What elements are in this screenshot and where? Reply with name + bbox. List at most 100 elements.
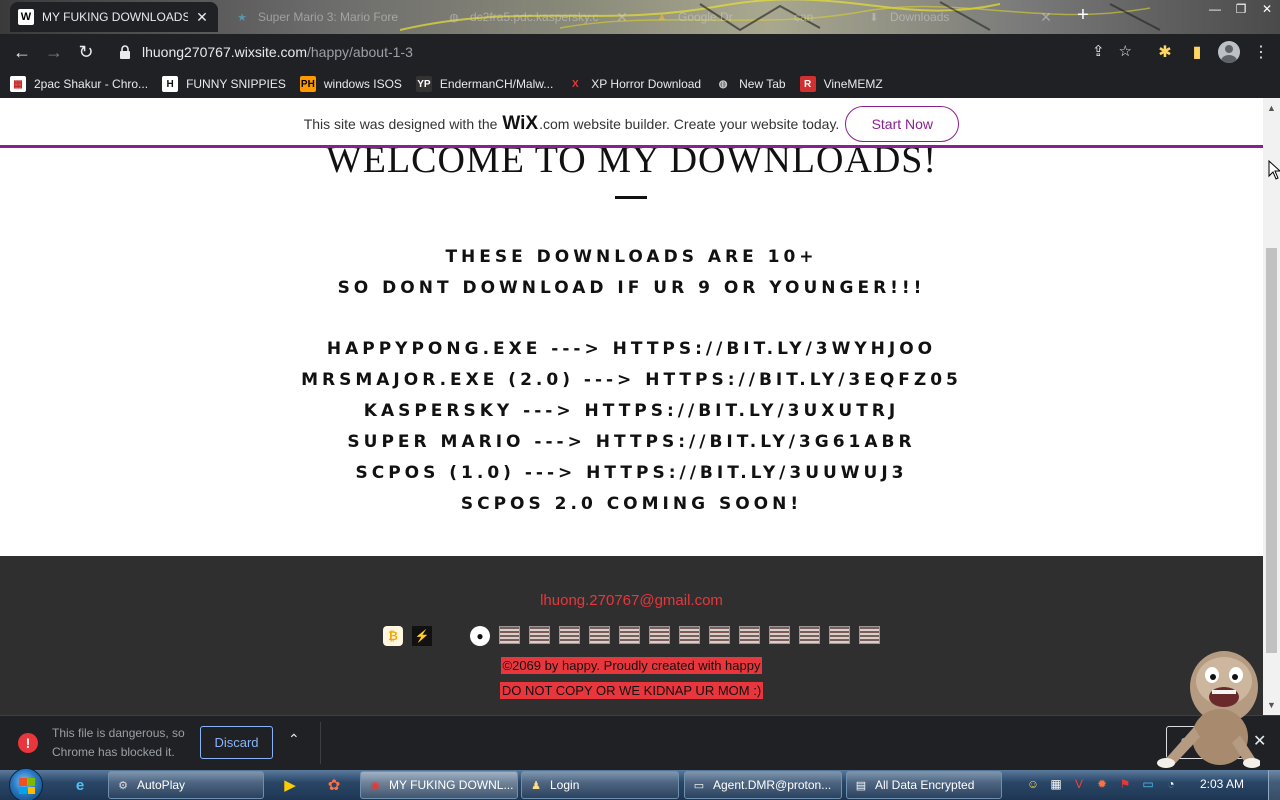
bookmark-item[interactable]: X XP Horror Download (567, 76, 701, 92)
tab-close-icon[interactable]: ✕ (1038, 9, 1054, 26)
tab-can[interactable]: can (762, 2, 850, 32)
bookmarks-bar: ▦ 2pac Shakur - Chro... H FUNNY SNIPPIES PH w… (0, 70, 1280, 98)
forward-arrow-icon[interactable]: → (38, 36, 70, 68)
system-tray: ☺ ▦ V ✹ ⚑ ▭ ◔ (1024, 775, 1180, 793)
tab-active[interactable]: W MY FUKING DOWNLOADS | ✕ (10, 2, 218, 32)
address-bar[interactable]: lhuong270767.wixsite.com /happy/about-1-… (108, 38, 1142, 66)
bookmark-item[interactable]: YP EndermanCH/Malw... (415, 76, 553, 92)
tray-flag-icon[interactable]: ⚑ (1116, 775, 1134, 793)
broken-image-icon[interactable] (679, 626, 700, 644)
bookmark-item[interactable]: PH windows ISOS (299, 76, 402, 92)
tab-google-drive[interactable]: ▲ Google Dr (646, 2, 760, 32)
broken-image-icon[interactable] (769, 626, 790, 644)
bitcoin-icon[interactable]: ₿ (383, 626, 403, 646)
trade-icon[interactable]: ⚡ (412, 626, 432, 646)
taskbar-button-encrypted[interactable]: ▤ All Data Encrypted (846, 771, 1002, 799)
broken-image-icon[interactable] (829, 626, 850, 644)
wix-logo[interactable]: WiX (502, 113, 538, 135)
shelf-divider (320, 722, 321, 764)
star-favicon-icon: ★ (237, 11, 247, 24)
tab-kaspersky[interactable]: ◍ dc2fra5.pdc.kaspersky.c ✕ (438, 2, 638, 32)
bookmark-item[interactable]: ◍ New Tab (715, 76, 786, 92)
broken-image-icon[interactable] (529, 626, 550, 644)
scrollbar-thumb[interactable] (1266, 248, 1277, 653)
scroll-up-arrow-icon[interactable]: ▲ (1263, 100, 1280, 116)
broken-image-icon[interactable] (709, 626, 730, 644)
tab-close-icon[interactable]: ✕ (194, 9, 210, 26)
page-scrollbar[interactable]: ▲ ▼ (1263, 98, 1280, 715)
download-line[interactable]: KASPERSKY ---> HTTPS://BIT.LY/3UXUTRJ (0, 396, 1263, 427)
internet-explorer-icon[interactable]: e (68, 773, 92, 797)
bookmark-item[interactable]: H FUNNY SNIPPIES (162, 76, 286, 92)
taskbar-label: Agent.DMR@proton... (713, 778, 832, 792)
media-player-icon[interactable]: ▶ (278, 773, 302, 797)
social-icons-bar: ₿ ⚡ ● (0, 626, 1263, 646)
bookmark-label: FUNNY SNIPPIES (186, 77, 286, 91)
broken-image-icon[interactable] (859, 626, 880, 644)
tab-close-icon[interactable]: ✕ (614, 9, 630, 26)
menu-kebab-icon[interactable]: ⋮ (1250, 36, 1272, 68)
wix-domain: .com (539, 115, 570, 132)
broken-image-icon[interactable] (559, 626, 580, 644)
taskbar-clock[interactable]: 2:03 AM (1200, 777, 1244, 791)
browser-toolbar: ← → ↻ lhuong270767.wixsite.com /happy/ab… (0, 34, 1280, 70)
reload-icon[interactable]: ↻ (70, 36, 102, 68)
github-icon[interactable]: ● (470, 626, 490, 646)
taskbar-button-agent[interactable]: ▭ Agent.DMR@proton... (684, 771, 842, 799)
windows-flag-icon (19, 778, 35, 794)
start-button[interactable] (9, 768, 43, 800)
taskbar-button-chrome[interactable]: ◉ MY FUKING DOWNL... (360, 771, 518, 799)
tray-monitor-icon[interactable]: ▭ (1139, 775, 1157, 793)
broken-image-icon[interactable] (619, 626, 640, 644)
taskbar-button-login[interactable]: ♟ Login (521, 771, 679, 799)
url-host: lhuong270767.wixsite.com (142, 44, 307, 60)
broken-image-icon[interactable] (589, 626, 610, 644)
tray-antivirus-icon[interactable]: V (1070, 775, 1088, 793)
download-line[interactable]: SCPOS (1.0) ---> HTTPS://BIT.LY/3UUWUJ3 (0, 458, 1263, 489)
bookmark-item[interactable]: ▦ 2pac Shakur - Chro... (10, 76, 148, 92)
windows-taskbar: e ⚙ AutoPlay ▶ ✿ ◉ MY FUKING DOWNL... ♟ … (0, 768, 1280, 800)
bookmark-item[interactable]: R VineMEMZ (799, 76, 883, 92)
maximize-icon[interactable]: ❐ (1228, 0, 1254, 18)
discard-button[interactable]: Discard (200, 726, 273, 759)
tray-network-icon[interactable]: ▦ (1047, 775, 1065, 793)
warning-line: THESE DOWNLOADS ARE 10+ (445, 247, 818, 267)
chevron-up-icon[interactable]: ⌃ (288, 731, 300, 748)
ph-logo-icon: PH (299, 76, 316, 92)
download-favicon-icon: ⬇ (869, 11, 879, 24)
microsoft-icon[interactable] (441, 626, 461, 646)
side-panel-icon[interactable]: ▮ (1186, 36, 1208, 68)
tray-app-icon[interactable]: ✹ (1093, 775, 1111, 793)
broken-image-icon[interactable] (739, 626, 760, 644)
download-line[interactable]: MRSMAJOR.EXE (2.0) ---> HTTPS://BIT.LY/3… (0, 365, 1263, 396)
r-logo-icon: R (799, 76, 816, 92)
profile-avatar-icon[interactable] (1218, 41, 1240, 63)
download-line[interactable]: HAPPYPONG.EXE ---> HTTPS://BIT.LY/3WYHJO… (0, 334, 1263, 365)
taskbar-button-autoplay[interactable]: ⚙ AutoPlay (108, 771, 264, 799)
broken-image-icon[interactable] (649, 626, 670, 644)
paint-icon[interactable]: ✿ (322, 773, 346, 797)
download-line[interactable]: SUPER MARIO ---> HTTPS://BIT.LY/3G61ABR (0, 427, 1263, 458)
extensions-puzzle-icon[interactable]: ✱ (1154, 36, 1176, 68)
minimize-icon[interactable]: — (1202, 0, 1228, 18)
scroll-down-arrow-icon[interactable]: ▼ (1263, 697, 1280, 713)
bookmark-star-icon[interactable]: ☆ (1119, 42, 1132, 60)
tab-title: Downloads (890, 10, 950, 24)
broken-image-icon[interactable] (499, 626, 520, 644)
footer-email-link[interactable]: lhuong.270767@gmail.com (0, 592, 1263, 609)
back-arrow-icon[interactable]: ← (6, 36, 38, 68)
tab-title: dc2fra5.pdc.kaspersky.c (470, 10, 599, 24)
download-line: SCPOS 2.0 COMING SOON! (460, 494, 803, 514)
tray-volume-icon[interactable]: ◔ (1162, 775, 1180, 793)
start-now-button[interactable]: Start Now (845, 105, 960, 142)
tray-face-icon[interactable]: ☺ (1024, 775, 1042, 793)
tab-downloads[interactable]: ⬇ Downloads ✕ (858, 2, 1062, 32)
share-icon[interactable]: ⇪ (1092, 42, 1105, 60)
broken-image-icon[interactable] (799, 626, 820, 644)
new-tab-button[interactable]: + (1073, 5, 1093, 26)
tab-super-mario[interactable]: ★ Super Mario 3: Mario Fore (226, 2, 430, 32)
desktop-mascot-image[interactable] (1154, 645, 1260, 770)
show-desktop-button[interactable] (1268, 770, 1280, 800)
close-window-icon[interactable]: ✕ (1254, 0, 1280, 18)
